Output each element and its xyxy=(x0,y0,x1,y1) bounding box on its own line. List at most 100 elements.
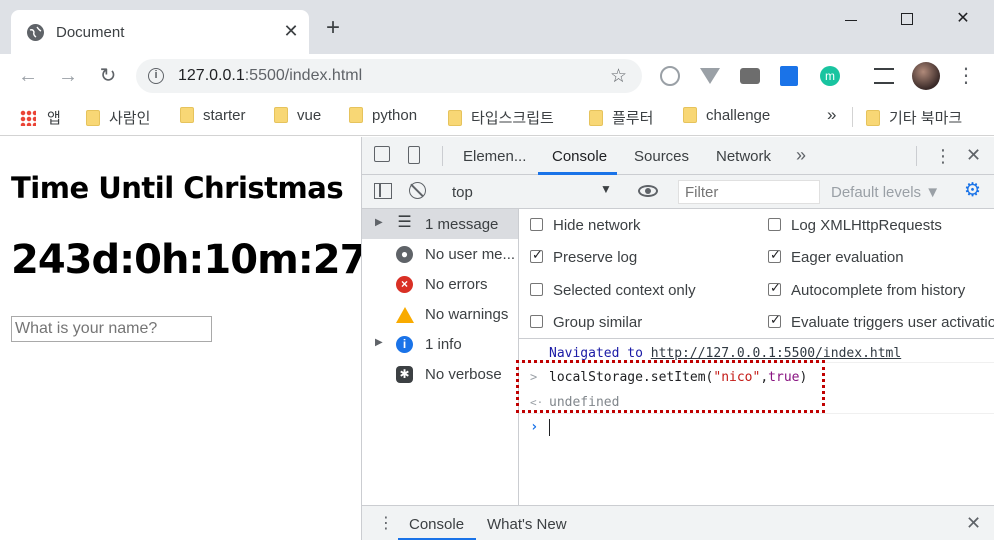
extension-circle-icon[interactable] xyxy=(660,66,680,86)
devtools-tabbar: Elemen... Console Sources Network » ⋮ ✕ xyxy=(362,137,994,175)
folder-icon xyxy=(448,110,462,126)
checkbox[interactable] xyxy=(530,283,543,296)
folder-icon xyxy=(274,107,288,123)
option-group-similar[interactable]: Group similar xyxy=(530,314,642,331)
media-control-icon[interactable] xyxy=(874,68,894,84)
minimize-button[interactable] xyxy=(828,8,874,26)
inspect-element-icon[interactable] xyxy=(374,146,390,162)
sidebar-item-verbose[interactable]: ✱ No verbose xyxy=(362,359,518,389)
sidebar-item-errors[interactable]: × No errors xyxy=(362,269,518,299)
drawer-tab-whats-new[interactable]: What's New xyxy=(487,516,567,533)
bookmark-apps[interactable]: 앱 xyxy=(20,107,61,128)
maximize-button[interactable] xyxy=(884,8,930,30)
tab-sources[interactable]: Sources xyxy=(634,148,689,165)
verbose-bug-icon: ✱ xyxy=(396,366,413,383)
drawer-menu-icon[interactable]: ⋮ xyxy=(378,513,394,533)
camera-icon[interactable] xyxy=(740,68,760,84)
user-icon: ● xyxy=(396,246,413,263)
context-select[interactable]: top xyxy=(452,184,473,201)
option-selected-context[interactable]: Selected context only xyxy=(530,282,696,299)
bookmark-folder[interactable]: challenge xyxy=(683,107,770,124)
site-info-icon[interactable]: i xyxy=(148,68,164,84)
checkbox[interactable] xyxy=(530,218,543,231)
bookmark-folder[interactable]: 타입스크립트 xyxy=(448,107,554,128)
folder-icon xyxy=(180,107,194,123)
console-output[interactable]: Navigated to http://127.0.0.1:5500/index… xyxy=(516,339,994,505)
page-heading: Time Until Christmas xyxy=(11,171,344,205)
tab-strip: Document ✕ + ✕ xyxy=(0,0,994,54)
navigated-url-link[interactable]: http://127.0.0.1:5500/index.html xyxy=(651,346,901,361)
bookmark-folder[interactable]: 플루터 xyxy=(589,107,653,128)
bookmark-folder[interactable]: python xyxy=(349,107,417,124)
option-preserve-log[interactable]: Preserve log xyxy=(530,247,637,266)
expand-arrow-icon[interactable]: ▶ xyxy=(375,337,383,348)
checkbox[interactable] xyxy=(768,280,781,296)
tab-close-icon[interactable]: ✕ xyxy=(281,21,301,42)
tab-elements[interactable]: Elemen... xyxy=(463,148,526,165)
devtools-menu-icon[interactable]: ⋮ xyxy=(934,146,952,167)
prompt-chevron-icon: › xyxy=(530,419,539,435)
sidebar-item-info[interactable]: ▶ i 1 info xyxy=(362,329,518,359)
new-tab-button[interactable]: + xyxy=(326,16,340,40)
console-filter-input[interactable] xyxy=(678,180,820,204)
tab-network[interactable]: Network xyxy=(716,148,771,165)
address-bar[interactable]: i 127.0.0.1:5500/index.html ☆ xyxy=(136,59,642,93)
option-evaluate-triggers[interactable]: Evaluate triggers user activatio xyxy=(768,314,994,331)
checkbox[interactable] xyxy=(768,247,781,263)
other-bookmarks[interactable]: 기타 북마크 xyxy=(866,107,962,128)
vue-devtools-icon[interactable] xyxy=(700,68,720,84)
sidebar-item-warnings[interactable]: No warnings xyxy=(362,299,518,329)
option-autocomplete-history[interactable]: Autocomplete from history xyxy=(768,280,965,299)
bookmark-folder[interactable]: 사람인 xyxy=(86,107,150,128)
expand-arrow-icon[interactable]: ▶ xyxy=(375,217,383,228)
sidebar-item-user-messages[interactable]: ● No user me... xyxy=(362,239,518,269)
more-tabs-button[interactable]: » xyxy=(796,145,806,166)
browser-menu-icon[interactable]: ⋮ xyxy=(956,64,976,88)
browser-tab[interactable]: Document ✕ xyxy=(11,10,309,54)
divider xyxy=(442,146,443,166)
log-levels-dropdown[interactable]: Default levels ▼ xyxy=(831,184,940,201)
console-prompt-input[interactable] xyxy=(549,419,550,436)
chevron-down-icon[interactable]: ▼ xyxy=(600,182,612,196)
warning-icon xyxy=(396,307,414,323)
checkbox[interactable] xyxy=(530,247,543,263)
info-icon: i xyxy=(396,336,413,353)
download-icon[interactable] xyxy=(780,66,798,86)
folder-icon xyxy=(349,107,363,123)
bookmarks-overflow-button[interactable]: » xyxy=(827,105,836,125)
name-input[interactable] xyxy=(11,316,212,342)
bookmark-folder[interactable]: starter xyxy=(180,107,246,124)
window-close-button[interactable]: ✕ xyxy=(940,8,986,28)
live-expression-eye-icon[interactable] xyxy=(638,185,658,197)
apps-grid-icon xyxy=(20,110,36,126)
option-hide-network[interactable]: Hide network xyxy=(530,217,641,234)
tab-console[interactable]: Console xyxy=(552,148,607,165)
device-toolbar-icon[interactable] xyxy=(408,146,420,164)
list-icon: ☰ xyxy=(397,214,412,231)
option-log-xhr[interactable]: Log XMLHttpRequests xyxy=(768,217,942,234)
folder-icon xyxy=(866,110,880,126)
sidebar-item-messages[interactable]: ▶ ☰ 1 message xyxy=(362,209,518,239)
profile-avatar[interactable] xyxy=(912,62,940,90)
tab-title: Document xyxy=(56,24,125,41)
gear-icon[interactable]: ⚙ xyxy=(964,181,981,201)
devtools-close-icon[interactable]: ✕ xyxy=(966,145,981,166)
option-eager-evaluation[interactable]: Eager evaluation xyxy=(768,247,904,266)
drawer-close-icon[interactable]: ✕ xyxy=(966,513,981,534)
bookmark-folder[interactable]: vue xyxy=(274,107,321,124)
checkbox[interactable] xyxy=(768,314,781,328)
m-extension-icon[interactable]: m xyxy=(820,66,840,86)
console-settings: Hide network Log XMLHttpRequests Preserv… xyxy=(519,209,994,339)
checkbox[interactable] xyxy=(530,315,543,328)
checkbox[interactable] xyxy=(768,218,781,231)
reload-icon[interactable]: ↻ xyxy=(96,64,120,88)
folder-icon xyxy=(683,107,697,123)
countdown-clock: 243d:0h:10m:27s xyxy=(11,237,390,283)
console-filterbar: top ▼ Default levels ▼ ⚙ xyxy=(362,175,994,209)
forward-arrow-icon[interactable]: → xyxy=(56,64,80,88)
sidebar-toggle-icon[interactable] xyxy=(374,183,392,199)
bookmark-star-icon[interactable]: ☆ xyxy=(610,65,627,88)
clear-console-icon[interactable] xyxy=(409,182,426,199)
drawer-tab-console[interactable]: Console xyxy=(409,516,464,533)
back-arrow-icon[interactable]: ← xyxy=(16,64,40,88)
